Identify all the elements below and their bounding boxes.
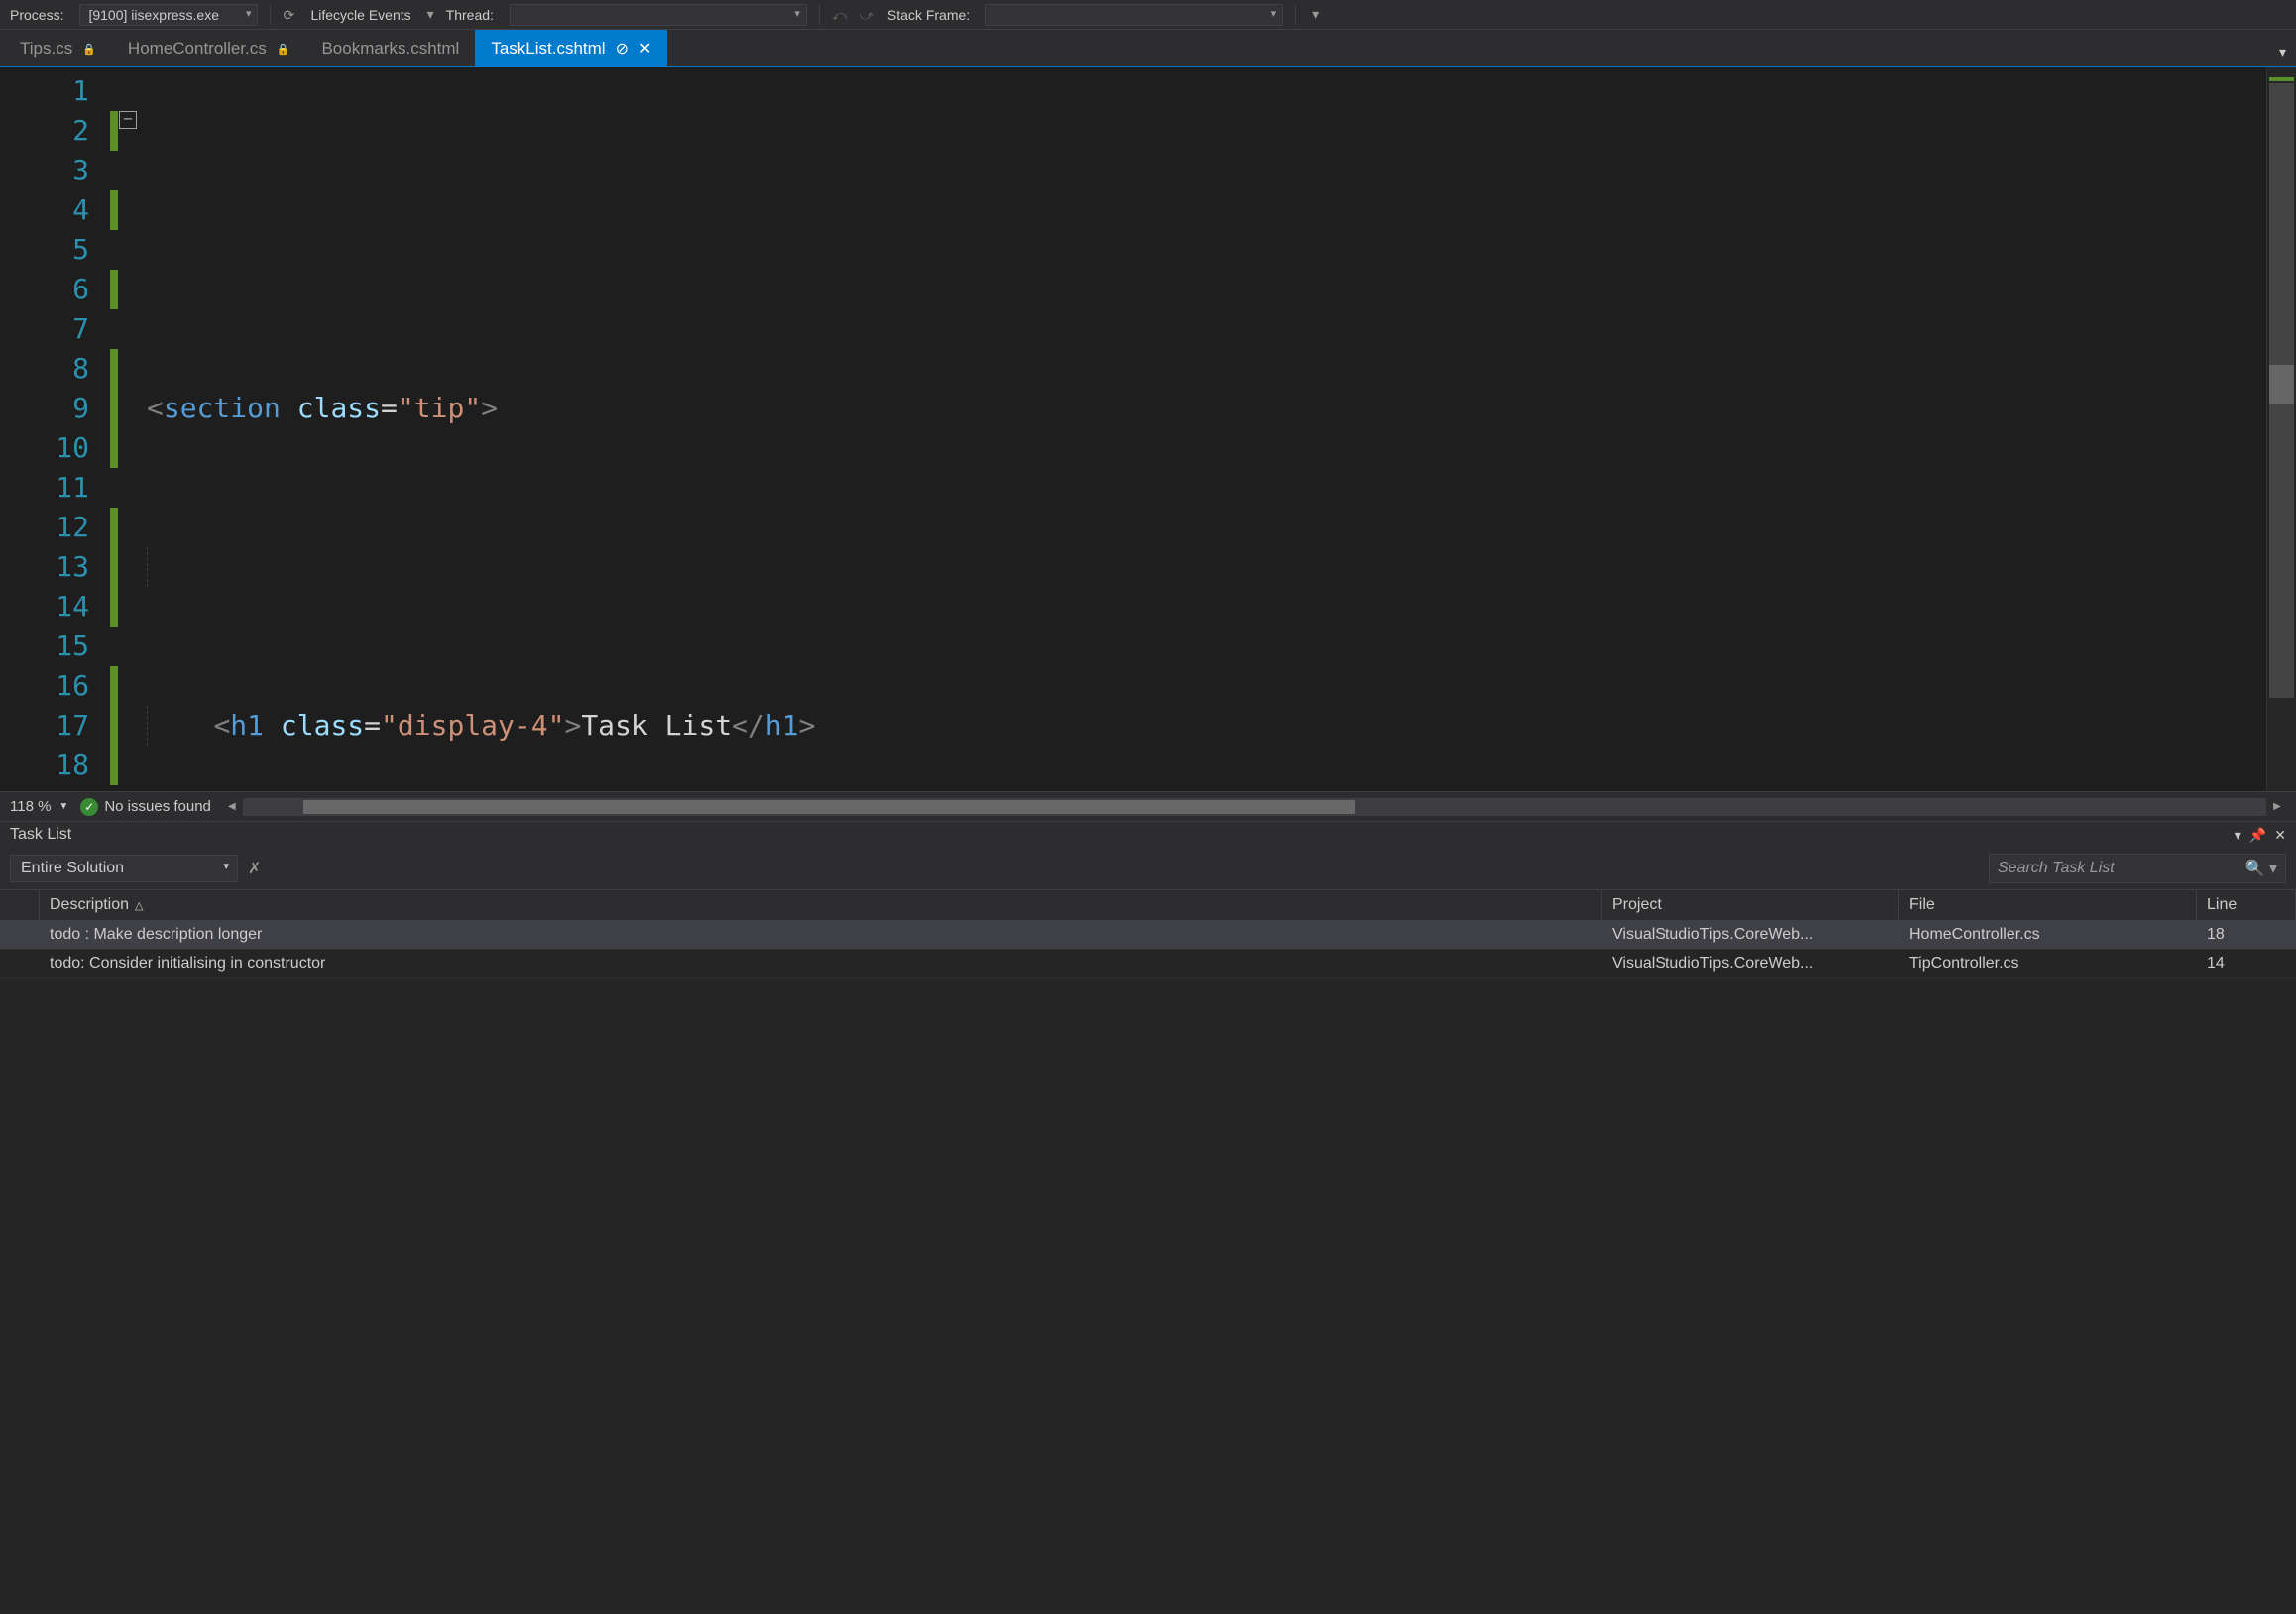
- tab-tasklist[interactable]: TaskList.cshtml ⊘ ✕: [475, 30, 667, 66]
- search-input[interactable]: Search Task List 🔍 ▾: [1989, 854, 2286, 883]
- row-icon: [0, 921, 40, 949]
- row-description: todo : Make description longer: [40, 921, 1602, 949]
- tab-tips[interactable]: Tips.cs 🔒: [4, 30, 112, 66]
- row-description: todo: Consider initialising in construct…: [40, 950, 1602, 978]
- sort-ascending-icon: △: [135, 899, 143, 912]
- stack-frame-combo[interactable]: [985, 4, 1283, 26]
- pin-icon[interactable]: 📌: [2249, 827, 2266, 844]
- tab-overflow-icon[interactable]: ▾: [2269, 38, 2296, 66]
- scrollbar-thumb[interactable]: [303, 800, 1355, 814]
- code-editor[interactable]: 12345678910111213141516171819202122 − <s…: [0, 67, 2296, 791]
- editor-status-bar: 118 % ▼ ✓ No issues found ◀ ▶: [0, 791, 2296, 821]
- code-line[interactable]: <section class="tip">: [125, 389, 2266, 428]
- tab-label: Tips.cs: [20, 39, 72, 58]
- column-header-file[interactable]: File: [1899, 890, 2197, 920]
- thread-combo[interactable]: [510, 4, 807, 26]
- issues-status[interactable]: ✓ No issues found: [80, 798, 211, 816]
- stack-nav-icon[interactable]: ⤺: [832, 7, 848, 23]
- column-header-line[interactable]: Line: [2197, 890, 2296, 920]
- table-header: Description △ Project File Line: [0, 890, 2296, 921]
- vertical-scrollbar-map[interactable]: [2266, 67, 2296, 791]
- change-indicator-bar: [109, 67, 119, 791]
- row-project: VisualStudioTips.CoreWeb...: [1602, 921, 1899, 949]
- tab-bookmarks[interactable]: Bookmarks.cshtml: [305, 30, 475, 66]
- tab-label: HomeController.cs: [128, 39, 267, 58]
- table-row[interactable]: todo : Make description longer VisualStu…: [0, 921, 2296, 950]
- column-header-project[interactable]: Project: [1602, 890, 1899, 920]
- tab-label: Bookmarks.cshtml: [321, 39, 459, 58]
- scroll-right-icon[interactable]: ▶: [2268, 798, 2286, 816]
- code-line[interactable]: [125, 230, 2266, 270]
- lifecycle-icon[interactable]: ⟳: [283, 7, 298, 23]
- task-list-toolbar: Entire Solution ✗ Search Task List 🔍 ▾: [0, 848, 2296, 890]
- column-header-icon[interactable]: [0, 890, 40, 920]
- zoom-value: 118 %: [10, 798, 51, 815]
- editor-tab-bar: Tips.cs 🔒 HomeController.cs 🔒 Bookmarks.…: [0, 30, 2296, 67]
- thread-label: Thread:: [446, 7, 494, 23]
- code-line[interactable]: <h1 class="display-4">Task List</h1>: [125, 706, 2266, 746]
- lifecycle-label: Lifecycle Events: [310, 7, 410, 23]
- toolbar-separator: [1295, 5, 1296, 25]
- table-row[interactable]: todo: Consider initialising in construct…: [0, 950, 2296, 979]
- close-icon[interactable]: ✕: [638, 39, 651, 58]
- process-label: Process:: [10, 7, 63, 23]
- process-combo[interactable]: [9100] iisexpress.exe: [79, 4, 258, 26]
- code-text-area[interactable]: − <section class="tip"> <h1 class="displ…: [119, 67, 2266, 791]
- scope-combo[interactable]: Entire Solution: [10, 855, 238, 882]
- search-icon[interactable]: 🔍 ▾: [2245, 859, 2277, 878]
- debug-toolbar: Process: [9100] iisexpress.exe ⟳ Lifecyc…: [0, 0, 2296, 30]
- task-list-panel-header: Task List ▾ 📌 ✕: [0, 821, 2296, 848]
- toolbar-separator: [819, 5, 820, 25]
- column-header-description[interactable]: Description △: [40, 890, 1602, 920]
- row-icon: [0, 950, 40, 978]
- fold-toggle-icon[interactable]: −: [119, 111, 137, 129]
- scroll-left-icon[interactable]: ◀: [223, 798, 241, 816]
- window-position-icon[interactable]: ▾: [2235, 827, 2241, 844]
- task-list-table: Description △ Project File Line todo : M…: [0, 890, 2296, 1614]
- stack-frame-label: Stack Frame:: [887, 7, 970, 23]
- lock-icon: 🔒: [277, 43, 290, 56]
- lock-icon: 🔒: [82, 43, 96, 56]
- toolbar-separator: [270, 5, 271, 25]
- close-icon[interactable]: ✕: [2274, 827, 2286, 844]
- code-line[interactable]: [125, 547, 2266, 587]
- filter-icon[interactable]: ✗: [248, 859, 261, 878]
- tab-label: TaskList.cshtml: [491, 39, 605, 58]
- row-line: 14: [2197, 950, 2296, 978]
- pin-icon[interactable]: ⊘: [616, 39, 629, 58]
- chevron-down-icon[interactable]: ▼: [58, 801, 68, 812]
- panel-title: Task List: [10, 826, 2227, 844]
- row-project: VisualStudioTips.CoreWeb...: [1602, 950, 1899, 978]
- row-file: TipController.cs: [1899, 950, 2197, 978]
- row-file: HomeController.cs: [1899, 921, 2197, 949]
- stack-nav-icon[interactable]: ⤻: [860, 7, 875, 23]
- issues-text: No issues found: [104, 798, 211, 815]
- row-line: 18: [2197, 921, 2296, 949]
- line-number-gutter: 12345678910111213141516171819202122: [0, 67, 109, 791]
- toolbar-overflow-icon[interactable]: ▾: [1312, 6, 1319, 23]
- tab-homecontroller[interactable]: HomeController.cs 🔒: [112, 30, 306, 66]
- search-placeholder: Search Task List: [1998, 860, 2115, 877]
- check-icon: ✓: [80, 798, 98, 816]
- horizontal-scrollbar[interactable]: ◀ ▶: [243, 798, 2266, 816]
- zoom-control[interactable]: 118 % ▼: [10, 798, 68, 815]
